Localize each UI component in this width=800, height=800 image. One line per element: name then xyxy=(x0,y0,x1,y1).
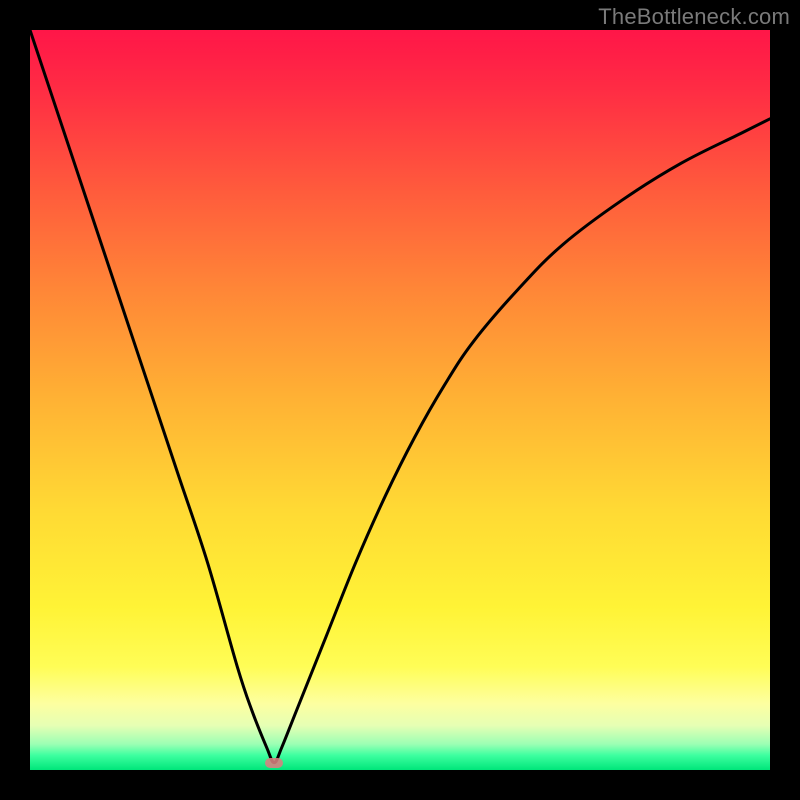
bottleneck-curve-path xyxy=(30,30,770,763)
min-marker xyxy=(265,758,283,768)
plot-area xyxy=(30,30,770,770)
watermark-text: TheBottleneck.com xyxy=(598,4,790,30)
curve-svg xyxy=(30,30,770,770)
chart-frame: TheBottleneck.com xyxy=(0,0,800,800)
